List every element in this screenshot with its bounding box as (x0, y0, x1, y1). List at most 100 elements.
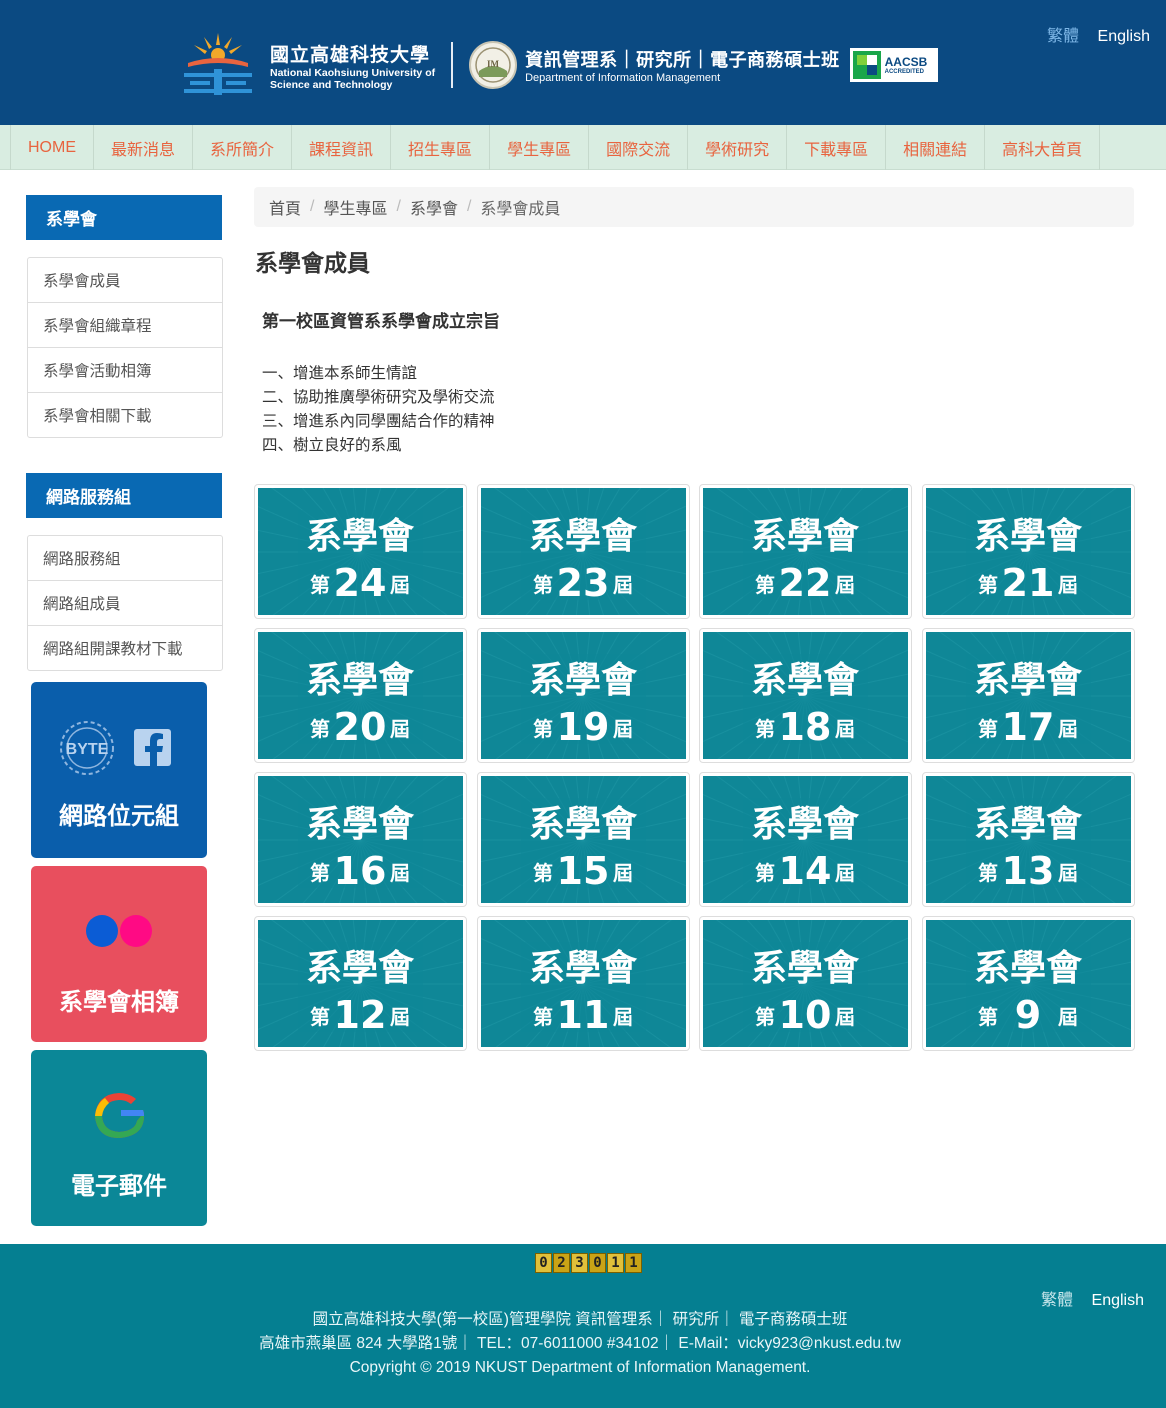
sidebar-item-members[interactable]: 系學會成員 (28, 258, 222, 303)
counter-digit: 1 (625, 1253, 642, 1273)
term-card-image: 系學會第 18 屆 (703, 632, 908, 759)
sidebar-item-downloads[interactable]: 系學會相關下載 (28, 393, 222, 437)
nav-admissions[interactable]: 招生專區 (390, 125, 489, 170)
card-prefix: 第 (978, 717, 998, 741)
card-term-number: 12 (334, 993, 387, 1037)
card-prefix: 第 (533, 1005, 553, 1029)
term-card-image: 系學會第 12 屆 (258, 920, 463, 1047)
term-card[interactable]: 系學會第 21 屆 (921, 484, 1135, 619)
card-prefix: 第 (310, 1005, 330, 1029)
term-card[interactable]: 系學會第 22 屆 (699, 484, 912, 619)
nav-home[interactable]: HOME (10, 125, 93, 170)
card-title: 系學會 (528, 516, 637, 557)
byte-icons: BYTE (60, 721, 171, 775)
nav-nkust-home[interactable]: 高科大首頁 (984, 125, 1101, 170)
footer-lang-en-link[interactable]: English (1092, 1292, 1144, 1309)
lang-en-link[interactable]: English (1098, 28, 1150, 45)
term-card[interactable]: 系學會第 20 屆 (254, 628, 467, 763)
card-title: 系學會 (973, 948, 1082, 989)
card-prefix: 第 (533, 573, 553, 597)
term-card[interactable]: 系學會第 19 屆 (476, 628, 690, 763)
term-card[interactable]: 系學會第 23 屆 (476, 484, 690, 619)
purpose-item: 一、增進本系師生情誼 (262, 365, 418, 382)
sidebar-item-charter[interactable]: 系學會組織章程 (28, 303, 222, 348)
term-card-image: 系學會第 19 屆 (480, 632, 686, 759)
card-term-number: 21 (1001, 561, 1054, 605)
breadcrumb-home[interactable]: 首頁 (269, 195, 301, 219)
card-prefix: 第 (310, 717, 330, 741)
aacsb-label: AACSB (884, 55, 928, 69)
term-card[interactable]: 系學會第 17 屆 (921, 628, 1135, 763)
nav-international[interactable]: 國際交流 (588, 125, 687, 170)
lang-zh-tw-link[interactable]: 繁體 (1047, 28, 1079, 45)
purpose-title: 第一校區資管系系學會成立宗旨 (262, 312, 500, 331)
google-icon (95, 1093, 144, 1138)
nav-about[interactable]: 系所簡介 (192, 125, 291, 170)
dept-name-zh: 資訊管理系｜研究所｜電子商務碩士班 (525, 50, 840, 70)
univ-name-zh: 國立高雄科技大學 (270, 44, 431, 66)
term-card[interactable]: 系學會第 13 屆 (921, 772, 1135, 907)
breadcrumb: 首頁 / 學生專區 / 系學會 / 系學會成員 (254, 187, 1134, 227)
term-card[interactable]: 系學會第 16 屆 (254, 772, 467, 907)
card-prefix: 第 (755, 861, 775, 885)
counter-digit: 3 (571, 1253, 588, 1273)
card-term-number: 16 (334, 849, 387, 893)
univ-emblem-icon (180, 31, 256, 99)
flickr-tile[interactable]: 系學會相簿 (31, 866, 207, 1042)
footer-lang-zh-tw-link[interactable]: 繁體 (1041, 1292, 1073, 1309)
sidebar-list-network: 網路服務組 網路組成員 網路組開課教材下載 (27, 535, 223, 671)
nav-news[interactable]: 最新消息 (93, 125, 192, 170)
card-title: 系學會 (528, 948, 637, 989)
sidebar-item-network-members[interactable]: 網路組成員 (28, 581, 222, 626)
card-prefix: 第 (533, 717, 553, 741)
purpose-item: 四、樹立良好的系風 (262, 437, 402, 454)
breadcrumb-assoc[interactable]: 系學會 (410, 195, 458, 219)
counter-digit: 0 (535, 1253, 552, 1273)
card-term-number: 17 (1001, 705, 1054, 749)
term-card[interactable]: 系學會第 15 屆 (476, 772, 690, 907)
card-suffix: 屆 (613, 1005, 633, 1029)
term-card[interactable]: 系學會第 10 屆 (699, 916, 912, 1051)
nav-students[interactable]: 學生專區 (489, 125, 588, 170)
nav-courses[interactable]: 課程資訊 (291, 125, 390, 170)
term-card-image: 系學會第 15 屆 (480, 776, 686, 903)
card-suffix: 屆 (390, 861, 410, 885)
flickr-icon (86, 915, 152, 947)
nav-research[interactable]: 學術研究 (687, 125, 786, 170)
logo-area[interactable]: 國立高雄科技大學 National Kaohsiung University o… (180, 30, 938, 100)
term-card[interactable]: 系學會第 18 屆 (699, 628, 912, 763)
card-title: 系學會 (306, 804, 415, 845)
term-card[interactable]: 系學會第 11 屆 (476, 916, 690, 1051)
language-switch: 繁體 English (1033, 22, 1150, 46)
card-term-number: 10 (779, 993, 832, 1037)
sidebar-item-network-materials[interactable]: 網路組開課教材下載 (28, 626, 222, 670)
term-card[interactable]: 系學會第 24 屆 (254, 484, 467, 619)
nav-downloads[interactable]: 下載專區 (786, 125, 885, 170)
footer-info: 國立高雄科技大學(第一校區)管理學院 資訊管理系｜ 研究所｜ 電子商務碩士班 高… (0, 1308, 1160, 1380)
term-card-image: 系學會第 17 屆 (925, 632, 1131, 759)
card-title: 系學會 (973, 660, 1082, 701)
univ-name-en-1: National Kaohsiung University of (270, 66, 436, 79)
sidebar-item-network-group[interactable]: 網路服務組 (28, 536, 222, 581)
term-card[interactable]: 系學會第 12 屆 (254, 916, 467, 1051)
dept-name-en: Department of Information Management (525, 72, 721, 84)
page-title: 系學會成員 (255, 250, 370, 276)
card-suffix: 屆 (613, 573, 633, 597)
term-card[interactable]: 系學會第 9 屆 (921, 916, 1135, 1051)
sidebar-list-student-assoc: 系學會成員 系學會組織章程 系學會活動相簿 系學會相關下載 (27, 257, 223, 438)
breadcrumb-sep: / (396, 198, 401, 215)
term-card-image: 系學會第 20 屆 (258, 632, 463, 759)
breadcrumb-sep: / (466, 198, 472, 215)
card-suffix: 屆 (835, 861, 855, 885)
term-card-image: 系學會第 22 屆 (703, 488, 908, 615)
term-card-image: 系學會第 24 屆 (258, 488, 463, 615)
byte-tile[interactable]: BYTE 網路位元組 (31, 682, 207, 858)
breadcrumb-students[interactable]: 學生專區 (323, 195, 387, 219)
term-card-image: 系學會第 21 屆 (925, 488, 1131, 615)
card-title: 系學會 (751, 516, 860, 557)
sidebar-item-album[interactable]: 系學會活動相簿 (28, 348, 222, 393)
nav-links[interactable]: 相關連結 (885, 125, 984, 170)
sidebar-heading-student-assoc: 系學會 (26, 195, 222, 240)
mail-tile[interactable]: 電子郵件 (31, 1050, 207, 1226)
term-card[interactable]: 系學會第 14 屆 (699, 772, 912, 907)
